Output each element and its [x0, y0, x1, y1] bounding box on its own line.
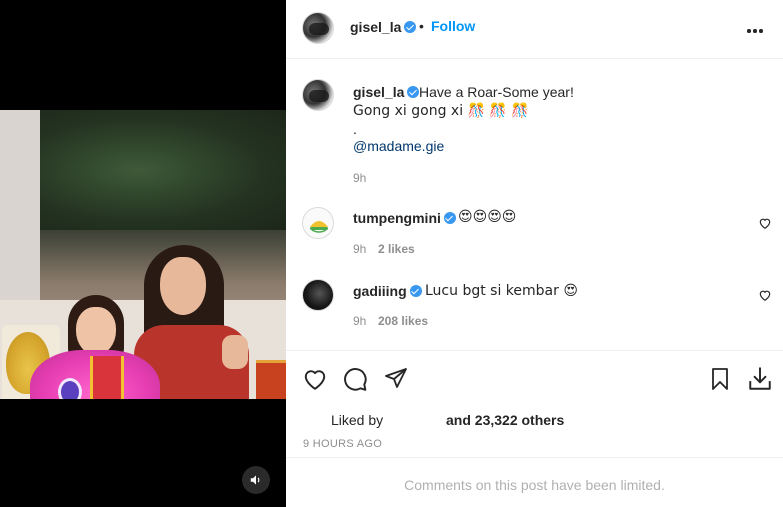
caption-line-3: .	[353, 121, 357, 137]
caption-avatar[interactable]	[302, 79, 334, 111]
comment-likes-count[interactable]: 208 likes	[378, 314, 428, 328]
speaker-icon	[250, 475, 260, 485]
background-plants	[40, 110, 286, 230]
caption-username-text[interactable]: gisel_la	[353, 84, 404, 100]
caption-mention-link[interactable]: @madame.gie	[353, 138, 444, 154]
comment-username[interactable]: tumpengmini	[353, 210, 456, 226]
author-username-text[interactable]: gisel_la	[350, 19, 401, 35]
comment-likes-count[interactable]: 2 likes	[378, 242, 415, 256]
bookmark-icon	[712, 368, 728, 390]
comment-username-text[interactable]: tumpengmini	[353, 210, 441, 226]
sound-toggle-button[interactable]	[242, 466, 270, 494]
caption-line-2: Gong xi gong xi 🎊 🎊 🎊	[353, 103, 529, 119]
comments-limited-notice: Comments on this post have been limited.	[286, 457, 783, 507]
comment-button[interactable]	[342, 366, 368, 392]
verified-badge-icon	[404, 21, 417, 33]
more-options-icon	[747, 29, 751, 33]
comment-likes: 208 likes	[378, 314, 428, 328]
separator-dot: •	[419, 18, 424, 34]
comment-username[interactable]: gadiiing	[353, 283, 422, 299]
lantern	[256, 360, 286, 399]
caption-line-1: Have a Roar-Some year!	[419, 84, 574, 100]
comment-time[interactable]: 9h	[353, 242, 366, 256]
comment-like-heart-icon[interactable]	[758, 216, 772, 230]
comment-username-text[interactable]: gadiiing	[353, 283, 407, 299]
lion-dance-toy	[30, 350, 160, 399]
heart-icon	[304, 370, 326, 390]
comment-text: Lucu bgt si kembar 😍	[425, 283, 578, 299]
comment-icon	[344, 368, 367, 391]
more-options-button[interactable]	[743, 18, 767, 38]
comment-like-heart-icon[interactable]	[758, 288, 772, 302]
caption-username[interactable]: gisel_la	[353, 84, 420, 100]
comment-time[interactable]: 9h	[353, 314, 366, 328]
follow-button[interactable]: Follow	[431, 18, 475, 34]
post-actions: Liked by and 23,322 others 9 HOURS AGO C…	[286, 350, 783, 507]
post-header: gisel_la • Follow	[286, 0, 783, 59]
tumpengmini-logo-icon	[310, 221, 328, 233]
download-button[interactable]	[747, 366, 773, 392]
verified-badge-icon	[407, 86, 420, 98]
likes-summary: Liked by and 23,322 others	[331, 412, 564, 428]
save-button[interactable]	[707, 366, 733, 392]
background-wall	[0, 110, 40, 300]
comment-avatar[interactable]	[302, 279, 334, 311]
avatar[interactable]	[302, 12, 334, 44]
comment-avatar[interactable]	[302, 207, 334, 239]
comment-likes: 2 likes	[378, 242, 415, 256]
liked-by-label: Liked by	[331, 412, 384, 428]
post-video[interactable]	[0, 110, 286, 399]
likes-others-link[interactable]: and 23,322 others	[446, 412, 564, 428]
verified-badge-icon	[409, 285, 422, 297]
author-username[interactable]: gisel_la	[350, 19, 417, 35]
post-details-panel: gisel_la • Follow gisel_la Have a Roar-S…	[286, 0, 783, 507]
verified-badge-icon	[443, 212, 456, 224]
post-timestamp[interactable]: 9 HOURS AGO	[303, 438, 382, 450]
paper-plane-icon	[385, 368, 407, 388]
caption-time[interactable]: 9h	[353, 171, 366, 185]
post-media[interactable]	[0, 0, 286, 507]
comment-text: 😍😍😍😍	[458, 209, 517, 225]
like-button[interactable]	[302, 366, 328, 392]
share-button[interactable]	[383, 366, 409, 392]
download-icon	[749, 367, 771, 390]
